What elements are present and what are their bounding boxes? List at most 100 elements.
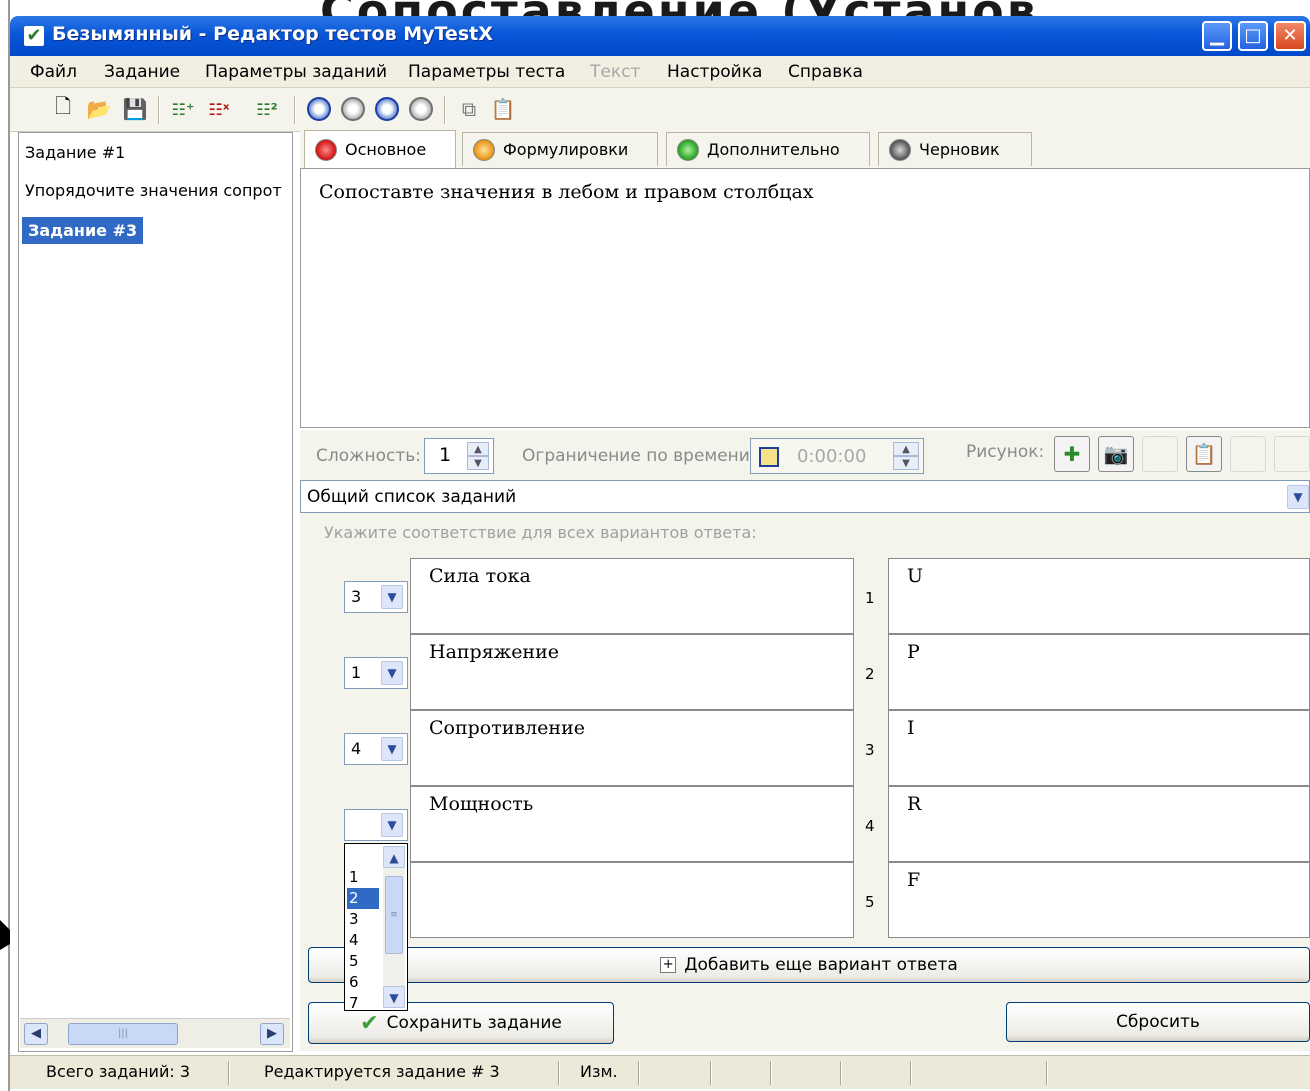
minimize-icon[interactable]: ▁ <box>1202 21 1232 51</box>
right-answer-cell[interactable]: F <box>888 862 1310 938</box>
right-answer-text: R <box>907 793 922 815</box>
answers-panel: Укажите соответствие для всех вариантов … <box>300 513 1310 1051</box>
chevron-down-icon[interactable]: ▼ <box>381 661 403 685</box>
chevron-down-icon[interactable]: ▼ <box>381 813 403 837</box>
difficulty-label: Сложность: <box>316 446 421 466</box>
dropdown-scrollbar[interactable]: ▲ ≡ ▼ <box>383 846 405 1008</box>
dropdown-option[interactable]: 1 <box>347 867 379 888</box>
chevron-up-icon[interactable]: ▲ <box>383 846 405 868</box>
picture-slot-empty <box>1274 436 1310 472</box>
right-answer-cell[interactable]: R <box>888 786 1310 862</box>
right-answer-cell[interactable]: U <box>888 558 1310 634</box>
close-icon[interactable]: ✕ <box>1274 21 1306 51</box>
dropdown-option[interactable]: 5 <box>347 951 379 972</box>
move-down-icon[interactable] <box>408 96 434 122</box>
task-params-row: Сложность: 1 ▲ ▼ Ограничение по времени:… <box>300 430 1310 480</box>
paste-icon[interactable]: 📋 <box>490 96 516 122</box>
menu-text[interactable]: Текст <box>590 62 640 82</box>
chevron-down-icon[interactable]: ▼ <box>381 737 403 761</box>
time-limit-spinner[interactable]: 0:00:00 ▲ ▼ <box>750 438 924 474</box>
spin-down-icon[interactable]: ▼ <box>893 456 919 470</box>
save-icon[interactable]: 💾 <box>122 96 148 122</box>
camera-icon[interactable]: 📷 <box>1098 436 1134 472</box>
menu-file[interactable]: Файл <box>30 62 77 82</box>
tree-horizontal-scrollbar[interactable]: ◀ ||| ▶ <box>20 1018 290 1048</box>
menu-task[interactable]: Задание <box>104 62 180 82</box>
status-total-tasks: Всего заданий: 3 <box>46 1062 190 1081</box>
right-answer-cell[interactable]: I <box>888 710 1310 786</box>
match-dropdown-list[interactable]: 1 2 3 4 5 6 7 ▲ ≡ ▼ <box>344 843 408 1011</box>
match-select-value: 4 <box>351 739 362 758</box>
scroll-thumb[interactable]: ≡ <box>385 876 403 954</box>
menu-settings[interactable]: Настройка <box>667 62 762 82</box>
open-folder-icon[interactable]: 📂 <box>86 96 112 122</box>
sort-tasks-icon[interactable]: ☷² <box>254 96 280 122</box>
time-limit-checkbox[interactable] <box>759 447 779 467</box>
task-list-combobox[interactable]: Общий список заданий ▼ <box>300 480 1310 513</box>
delete-task-icon[interactable]: ☷ˣ <box>206 96 232 122</box>
copy-icon[interactable]: ⧉ <box>456 96 482 122</box>
slide-arrow-decor <box>0 920 10 950</box>
match-select[interactable]: 4 ▼ <box>344 733 408 765</box>
tree-item-task-3[interactable]: Задание #3 <box>22 217 144 244</box>
match-select[interactable]: 3 ▼ <box>344 581 408 613</box>
chevron-down-icon[interactable]: ▼ <box>381 585 403 609</box>
dropdown-option[interactable]: 3 <box>347 909 379 930</box>
scroll-thumb[interactable]: ||| <box>68 1023 178 1045</box>
left-answer-cell[interactable]: Сила тока <box>410 558 854 634</box>
new-file-icon[interactable]: 🗋 <box>50 94 76 122</box>
tab-wording[interactable]: Формулировки <box>462 132 658 166</box>
left-answer-cell[interactable]: Мощность <box>410 786 854 862</box>
difficulty-spinner[interactable]: 1 ▲ ▼ <box>424 438 494 474</box>
status-separator <box>770 1061 772 1085</box>
paste-picture-icon[interactable]: 📋 <box>1186 436 1222 472</box>
question-editor[interactable]: Сопоставте значения в лебом и правом сто… <box>300 168 1310 428</box>
add-answer-button[interactable]: + Добавить еще вариант ответа <box>308 947 1310 983</box>
picture-slot-empty <box>1142 436 1178 472</box>
right-answer-text: U <box>907 565 924 587</box>
add-picture-icon[interactable]: ✚ <box>1054 436 1090 472</box>
toolbar-separator <box>158 96 160 124</box>
status-separator <box>228 1061 230 1085</box>
grey-dot-icon <box>889 138 911 161</box>
move-bottom-icon[interactable] <box>340 96 366 122</box>
move-up-icon[interactable] <box>374 96 400 122</box>
menu-task-params[interactable]: Параметры заданий <box>205 62 387 82</box>
right-answer-cell[interactable]: P <box>888 634 1310 710</box>
toolbar-separator <box>444 96 446 124</box>
left-answer-cell[interactable]: Напряжение <box>410 634 854 710</box>
spin-up-icon[interactable]: ▲ <box>893 442 919 456</box>
chevron-down-icon[interactable]: ▼ <box>383 986 405 1008</box>
spin-down-icon[interactable]: ▼ <box>467 456 489 470</box>
tab-main[interactable]: Основное <box>304 130 456 168</box>
tab-draft[interactable]: Черновик <box>878 132 1032 166</box>
answers-hint: Укажите соответствие для всех вариантов … <box>324 523 757 542</box>
match-select[interactable]: ▼ <box>344 809 408 841</box>
add-task-icon[interactable]: ☷⁺ <box>170 96 196 122</box>
dropdown-option[interactable]: 6 <box>347 972 379 993</box>
tab-additional[interactable]: Дополнительно <box>666 132 870 166</box>
menu-test-params[interactable]: Параметры теста <box>408 62 565 82</box>
reset-button[interactable]: Сбросить <box>1006 1002 1310 1042</box>
tree-item-task-1[interactable]: Задание #1 <box>25 143 125 162</box>
dropdown-option-selected[interactable]: 2 <box>347 888 379 909</box>
spin-up-icon[interactable]: ▲ <box>467 442 489 456</box>
right-answer-number: 5 <box>865 893 875 911</box>
right-answer-number: 2 <box>865 665 875 683</box>
dropdown-option[interactable]: 4 <box>347 930 379 951</box>
left-answer-text: Мощность <box>429 793 534 815</box>
left-answer-text: Напряжение <box>429 641 560 663</box>
maximize-icon[interactable]: □ <box>1238 21 1268 51</box>
chevron-down-icon[interactable]: ▼ <box>1287 485 1309 509</box>
match-select-value: 3 <box>351 587 362 606</box>
scroll-left-icon[interactable]: ◀ <box>24 1023 48 1045</box>
left-answer-cell[interactable] <box>410 862 854 938</box>
menu-help[interactable]: Справка <box>788 62 863 82</box>
move-top-icon[interactable] <box>306 96 332 122</box>
tree-item-task-2[interactable]: Упорядочите значения сопрот <box>25 181 293 200</box>
tab-bar: Основное Формулировки Дополнительно Черн… <box>300 128 1310 168</box>
match-select[interactable]: 1 ▼ <box>344 657 408 689</box>
scroll-right-icon[interactable]: ▶ <box>260 1023 284 1045</box>
left-answer-cell[interactable]: Сопротивление <box>410 710 854 786</box>
dropdown-option[interactable]: 7 <box>347 993 379 1010</box>
